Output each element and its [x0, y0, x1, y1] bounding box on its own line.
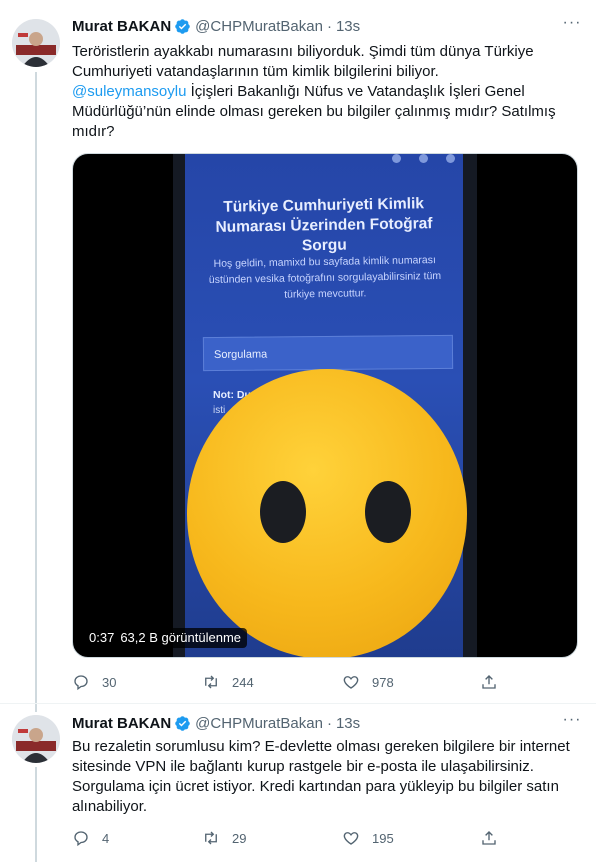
- author-name[interactable]: Murat BAKAN: [72, 715, 171, 732]
- tweet-timestamp[interactable]: 13s: [336, 18, 360, 35]
- author-avatar[interactable]: [12, 19, 60, 67]
- tweet-1[interactable]: Murat BAKAN @CHPMuratBakan · 13s ··· Ter…: [0, 0, 596, 712]
- thread-connector: [35, 767, 37, 862]
- verified-badge-icon: [175, 18, 190, 34]
- verified-badge-icon: [175, 715, 190, 731]
- tweet-text-line: sitesinde VPN ile bağlantı kurup rastgel…: [72, 758, 534, 775]
- like-button[interactable]: 978: [342, 672, 394, 692]
- tweet-2[interactable]: Murat BAKAN @CHPMuratBakan · 13s ··· Bu …: [0, 705, 596, 862]
- separator-dot: ·: [326, 17, 332, 35]
- phone-frame-right: [463, 154, 477, 657]
- retweet-button[interactable]: 244: [202, 672, 254, 692]
- tweet-text-line: Sorgulama için ücret istiyor. Kredi kart…: [72, 778, 559, 795]
- tweet-text-line: Teröristlerin ayakkabı numarasını biliyo…: [72, 43, 534, 60]
- like-icon: [343, 676, 359, 689]
- tweet-text: Bu rezaletin sorumlusu kim? E-devlette o…: [72, 737, 582, 817]
- phone-status-bar: [355, 154, 455, 166]
- tweet-text-segment: İçişleri Bakanlığı Nüfus ve Vatandaşlık …: [186, 83, 525, 100]
- reply-icon: [74, 831, 88, 847]
- tweet-text-line: Cumhuriyeti vatandaşlarının tüm kimlik b…: [72, 63, 439, 80]
- like-icon: [343, 832, 359, 845]
- tweet-text: Teröristlerin ayakkabı numarasını biliyo…: [72, 42, 582, 142]
- separator-dot: ·: [326, 714, 332, 732]
- like-count: 195: [372, 830, 394, 846]
- video-duration: 0:37: [89, 630, 115, 645]
- retweet-button[interactable]: 29: [202, 828, 246, 848]
- share-icon: [482, 831, 496, 845]
- screen-subtitle: Hoş geldin, mamixd bu sayfada kimlik num…: [208, 254, 442, 301]
- mention-link[interactable]: @suleymansoylu: [72, 83, 186, 100]
- tweet-actions: 4 29 195: [72, 828, 512, 848]
- video-info-badge: 0:37 63,2 B görüntülenme: [83, 628, 248, 648]
- author-handle[interactable]: @CHPMuratBakan: [195, 715, 323, 732]
- emoji-eye-right: [365, 481, 411, 543]
- tweet-header: Murat BAKAN @CHPMuratBakan · 13s: [72, 713, 360, 733]
- author-handle[interactable]: @CHPMuratBakan: [195, 18, 323, 35]
- retweet-count: 29: [232, 830, 247, 846]
- like-button[interactable]: 195: [342, 828, 394, 848]
- tweet-divider: [0, 703, 596, 704]
- screen-query-box: Sorgulama: [202, 334, 454, 372]
- reply-button[interactable]: 4: [72, 828, 109, 848]
- share-icon: [482, 675, 496, 689]
- reply-count: 4: [102, 830, 110, 846]
- tweet-text-line: Müdürlüğü’nün elinde olması gereken bu b…: [72, 103, 556, 120]
- emoji-face-sticker: [187, 369, 467, 657]
- thread-connector: [35, 72, 37, 712]
- more-icon[interactable]: ···: [562, 712, 582, 733]
- reply-button[interactable]: 30: [72, 672, 116, 692]
- reply-count: 30: [102, 674, 117, 690]
- author-name[interactable]: Murat BAKAN: [72, 18, 171, 35]
- author-avatar[interactable]: [12, 715, 60, 763]
- like-count: 978: [372, 674, 394, 690]
- tweet-text-line: alınabiliyor.: [72, 798, 148, 815]
- more-icon[interactable]: ···: [562, 15, 582, 36]
- screen-title: Türkiye Cumhuriyeti Kimlik Numarası Üzer…: [215, 195, 433, 255]
- share-button[interactable]: [480, 672, 498, 692]
- retweet-count: 244: [232, 674, 254, 690]
- retweet-icon: [205, 675, 217, 689]
- retweet-icon: [205, 831, 217, 845]
- tweet-actions: 30 244 978: [72, 672, 512, 692]
- video-player[interactable]: Türkiye Cumhuriyeti Kimlik Numarası Üzer…: [72, 153, 578, 658]
- tweet-timestamp[interactable]: 13s: [336, 715, 360, 732]
- video-views: 63,2 B görüntülenme: [120, 630, 242, 645]
- emoji-eye-left: [260, 481, 306, 543]
- tweet-text-line: mıdır?: [72, 123, 115, 140]
- tweet-header: Murat BAKAN @CHPMuratBakan · 13s: [72, 16, 360, 36]
- tweet-text-line: Bu rezaletin sorumlusu kim? E-devlette o…: [72, 738, 570, 755]
- reply-icon: [74, 675, 88, 691]
- tweet-text-line: @suleymansoylu İçişleri Bakanlığı Nüfus …: [72, 82, 582, 102]
- share-button[interactable]: [480, 828, 498, 848]
